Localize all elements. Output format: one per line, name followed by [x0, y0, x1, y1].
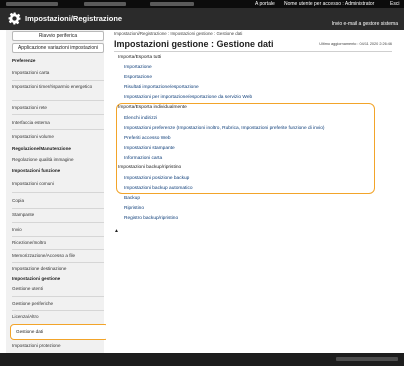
sidebar-item-timer-energy[interactable]: Impostazioni timer/risparmio energetico [12, 84, 104, 90]
category-management-settings: Impostazioni gestione [12, 276, 61, 281]
breadcrumb: Impostazioni/Registrazione : Impostazion… [114, 31, 243, 36]
link-import[interactable]: Importazione [124, 65, 152, 70]
sidebar-item-label: Gestione dati [16, 329, 44, 334]
sidebar-item-receive-forward[interactable]: Ricezione/Inoltro [12, 240, 104, 246]
blurred-device-name [6, 2, 58, 6]
sidebar-item-external-interface[interactable]: Interfaccia esterna [12, 120, 104, 126]
divider [12, 249, 104, 250]
divider [12, 222, 104, 223]
username-label: Nome utente per accesso : Administrator [284, 1, 375, 7]
link-export[interactable]: Esportazione [124, 75, 152, 80]
blurred-device-info [84, 2, 126, 6]
page-title: Impostazioni gestione : Gestione dati [114, 39, 274, 49]
blurred-device-info [150, 2, 194, 6]
sidebar-item-device-management[interactable]: Gestione periferiche [12, 301, 104, 307]
link-auto-backup[interactable]: Impostazioni backup automatico [124, 186, 193, 191]
divider [12, 296, 104, 297]
link-printer-settings[interactable]: Impostazioni stampante [124, 146, 175, 151]
gear-icon [8, 12, 21, 25]
main-content: Impostazioni/Registrazione : Impostazion… [106, 30, 398, 353]
divider [12, 129, 104, 130]
logout-link[interactable]: Esci [390, 1, 399, 7]
divider [12, 192, 104, 193]
sidebar-item-destination[interactable]: Impostazione destinazione [12, 266, 104, 272]
divider [12, 114, 104, 115]
back-to-top-icon[interactable]: ▲ [114, 228, 119, 234]
link-backup[interactable]: Backup [124, 196, 140, 201]
sidebar-item-network[interactable]: Impostazioni rete [12, 105, 104, 111]
sidebar-item-security[interactable]: Impostazioni protezione [12, 343, 104, 349]
sidebar-item-volume[interactable]: Impostazioni volume [12, 134, 104, 140]
category-maintenance: Regolazione/Manutenzione [12, 146, 71, 151]
section-backup-restore: Impostazioni backup/ripristino [118, 165, 182, 170]
sidebar-item-printer[interactable]: Stampante [12, 212, 104, 218]
email-to-admin-link[interactable]: Invio e-mail a gestore sistema [332, 21, 398, 27]
sidebar-item-paper-settings[interactable]: Impostazioni carta [12, 70, 104, 76]
link-preference-settings[interactable]: Impostazioni preferenze (Impostazioni in… [124, 126, 325, 131]
sidebar-item-send[interactable]: Invio [12, 227, 104, 233]
divider [12, 208, 104, 209]
link-web-access-favorites[interactable]: Preferiti accesso Web [124, 136, 171, 141]
link-paper-information[interactable]: Informazioni carta [124, 156, 162, 161]
divider [12, 100, 104, 101]
section-import-export-all: Importa/Esporta tutti [118, 55, 162, 60]
portal-link[interactable]: A portale [255, 1, 275, 7]
restart-device-button[interactable]: Riavvio periferica [12, 31, 104, 41]
sidebar-item-copy[interactable]: Copia [12, 198, 104, 204]
title-divider [114, 51, 392, 52]
app-title: Impostazioni/Registrazione [25, 14, 123, 23]
sidebar-item-license[interactable]: Licenza/Altro [12, 314, 104, 320]
link-backup-location[interactable]: Impostazioni posizione backup [124, 176, 189, 181]
footer [0, 353, 404, 366]
blurred-copyright [336, 357, 398, 361]
last-update-label: Ultimo aggiornamento : 04/11 2020 2:26:4… [319, 42, 392, 46]
divider [12, 236, 104, 237]
sidebar-item-image-quality[interactable]: Regolazione qualità immagine [12, 157, 104, 163]
section-import-export-individual: Importa/Esporta individualmente [118, 105, 187, 110]
link-import-export-results[interactable]: Risultati importazione/esportazione [124, 85, 199, 90]
apply-changes-button[interactable]: Applicazione variazioni impostazioni [12, 43, 104, 53]
divider [12, 262, 104, 263]
sidebar-item-data-management[interactable]: Gestione dati [10, 324, 109, 340]
divider [12, 80, 104, 81]
sidebar-item-common-settings[interactable]: Impostazioni comuni [12, 181, 104, 187]
category-preferences: Preferenze [12, 58, 36, 63]
divider [12, 310, 104, 311]
top-bar: A portale Nome utente per accesso : Admi… [0, 0, 404, 8]
sidebar: Riavvio periferica Applicazione variazio… [6, 30, 109, 353]
sidebar-item-user-management[interactable]: Gestione utenti [12, 286, 104, 292]
link-address-lists[interactable]: Elenchi indirizzi [124, 116, 157, 121]
sidebar-item-storage-access[interactable]: Memorizzazione/Accesso a file [12, 253, 104, 259]
link-restore[interactable]: Ripristino [124, 206, 144, 211]
header: Impostazioni/Registrazione Invio e-mail … [0, 8, 404, 30]
category-function-settings: Impostazioni funzione [12, 168, 61, 173]
link-web-service-settings[interactable]: Impostazioni per importazione/esportazio… [124, 95, 252, 100]
link-backup-log[interactable]: Registro backup/ripristino [124, 216, 178, 221]
